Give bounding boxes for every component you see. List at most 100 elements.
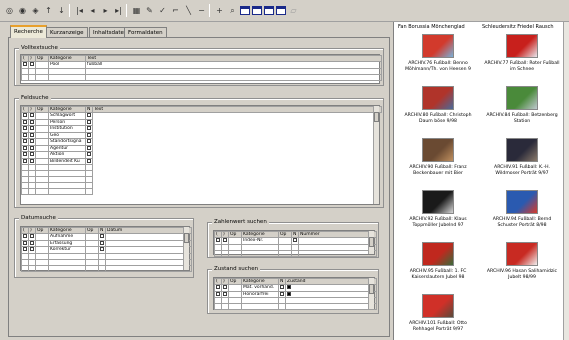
checkbox[interactable]	[23, 126, 27, 130]
checkbox[interactable]	[87, 113, 91, 117]
checkbox[interactable]	[87, 158, 91, 163]
checkbox[interactable]	[23, 139, 27, 143]
edit-icon[interactable]: ✎	[144, 5, 155, 16]
first-record-icon[interactable]: |◂	[74, 5, 85, 16]
result-thumbnail[interactable]	[422, 294, 454, 318]
kategorie-cell[interactable]: Bildendeit Ku	[48, 157, 86, 165]
kategorie-cell[interactable]	[48, 264, 86, 272]
last-record-icon[interactable]: ▸|	[113, 5, 124, 16]
checkbox[interactable]	[216, 291, 220, 296]
scroll-thumb[interactable]	[369, 237, 374, 247]
checkbox[interactable]	[287, 291, 291, 296]
checkbox[interactable]	[30, 247, 34, 251]
scroll-thumb[interactable]	[184, 233, 189, 243]
checkbox[interactable]	[30, 152, 34, 156]
kategorie-cell[interactable]: Mat. vorhand.	[241, 284, 279, 292]
checkbox-cell[interactable]	[28, 264, 36, 272]
grid-scrollbar[interactable]	[368, 278, 374, 309]
checkbox[interactable]	[280, 291, 284, 296]
checkbox[interactable]	[87, 119, 91, 124]
line-icon[interactable]: ╲	[183, 5, 194, 16]
grid-cell[interactable]	[278, 249, 292, 257]
kategorie-cell[interactable]	[241, 249, 279, 257]
checkbox[interactable]	[293, 238, 297, 242]
link-icon[interactable]: ⌕	[227, 5, 238, 16]
checkbox-cell[interactable]	[85, 188, 93, 195]
result-thumbnail[interactable]	[422, 138, 454, 162]
checkbox[interactable]	[223, 291, 227, 296]
grid-row[interactable]	[21, 73, 382, 81]
result-thumbnail[interactable]	[422, 86, 454, 110]
grid-cell[interactable]	[35, 73, 49, 81]
find-all-icon[interactable]: ◈	[30, 5, 41, 16]
checkbox[interactable]	[287, 285, 291, 289]
checkbox-cell[interactable]	[28, 188, 36, 195]
result-thumbnail[interactable]	[506, 190, 538, 214]
tab-recherche[interactable]: Recherche	[10, 25, 47, 38]
checkbox[interactable]	[30, 234, 34, 238]
checkbox[interactable]	[30, 119, 34, 124]
kategorie-cell[interactable]	[241, 303, 279, 310]
sort-up-icon[interactable]: ↑	[43, 5, 54, 16]
checkbox[interactable]	[23, 158, 27, 163]
checkbox[interactable]	[23, 152, 27, 156]
checkbox-cell[interactable]	[28, 73, 36, 81]
checkbox-cell[interactable]	[221, 303, 229, 310]
grid-cell[interactable]	[228, 249, 242, 257]
checkbox[interactable]	[30, 132, 34, 137]
checkbox[interactable]	[216, 238, 220, 242]
checkbox[interactable]	[223, 238, 227, 242]
checkbox[interactable]	[23, 119, 27, 124]
kategorie-cell[interactable]	[48, 73, 86, 81]
checkbox[interactable]	[23, 145, 27, 150]
checkbox[interactable]	[87, 152, 91, 156]
grid-scrollbar[interactable]	[183, 227, 189, 270]
prev-record-icon[interactable]: ◂	[87, 5, 98, 16]
grid-cell[interactable]	[228, 303, 242, 310]
grid-row[interactable]	[214, 303, 377, 310]
checkbox[interactable]	[87, 132, 91, 137]
grid-row[interactable]	[214, 249, 377, 257]
minus-icon[interactable]: −	[196, 5, 207, 16]
binoculars-icon[interactable]: ◎	[4, 5, 15, 16]
grid-row[interactable]: Standortsigna	[21, 138, 382, 146]
checkbox[interactable]	[30, 240, 34, 245]
checkbox[interactable]	[30, 139, 34, 143]
checkbox-cell[interactable]	[98, 264, 106, 272]
grid-cell[interactable]	[35, 264, 49, 272]
checkbox[interactable]	[30, 113, 34, 117]
sort-down-icon[interactable]: ↓	[56, 5, 67, 16]
checkbox[interactable]	[100, 234, 104, 238]
checkbox[interactable]	[280, 285, 284, 289]
find-icon[interactable]: ◉	[17, 5, 28, 16]
tag-icon[interactable]: ⌐	[170, 5, 181, 16]
checkbox-cell[interactable]	[285, 303, 377, 310]
checkbox-cell[interactable]	[214, 303, 222, 310]
checkbox-cell[interactable]	[214, 249, 222, 257]
result-thumbnail[interactable]	[506, 86, 538, 110]
results-scrollbar[interactable]	[563, 22, 569, 340]
checkbox-cell[interactable]	[291, 249, 299, 257]
result-thumbnail[interactable]	[422, 242, 454, 266]
kategorie-cell[interactable]	[48, 188, 86, 195]
checkbox[interactable]	[223, 285, 227, 289]
grid-cell[interactable]	[105, 264, 192, 272]
grid-cell[interactable]	[298, 249, 377, 257]
result-thumbnail[interactable]	[506, 34, 538, 58]
result-thumbnail[interactable]	[422, 34, 454, 58]
add-icon[interactable]: +	[214, 5, 225, 16]
checkbox[interactable]	[216, 285, 220, 289]
checkbox[interactable]	[30, 158, 34, 163]
window-cascade-icon[interactable]	[276, 6, 286, 15]
checkbox-cell[interactable]	[21, 188, 29, 195]
scroll-thumb[interactable]	[374, 112, 379, 122]
checkbox[interactable]	[23, 132, 27, 137]
grid-row[interactable]: Bildendeit Ku	[21, 157, 382, 165]
window-tile-h-icon[interactable]	[252, 6, 262, 15]
next-record-icon[interactable]: ▸	[100, 5, 111, 16]
checkbox[interactable]	[23, 240, 27, 245]
window-single-icon[interactable]	[240, 6, 250, 15]
checkbox-cell[interactable]	[278, 303, 286, 310]
checkbox[interactable]	[30, 145, 34, 150]
checkbox[interactable]	[87, 139, 91, 143]
